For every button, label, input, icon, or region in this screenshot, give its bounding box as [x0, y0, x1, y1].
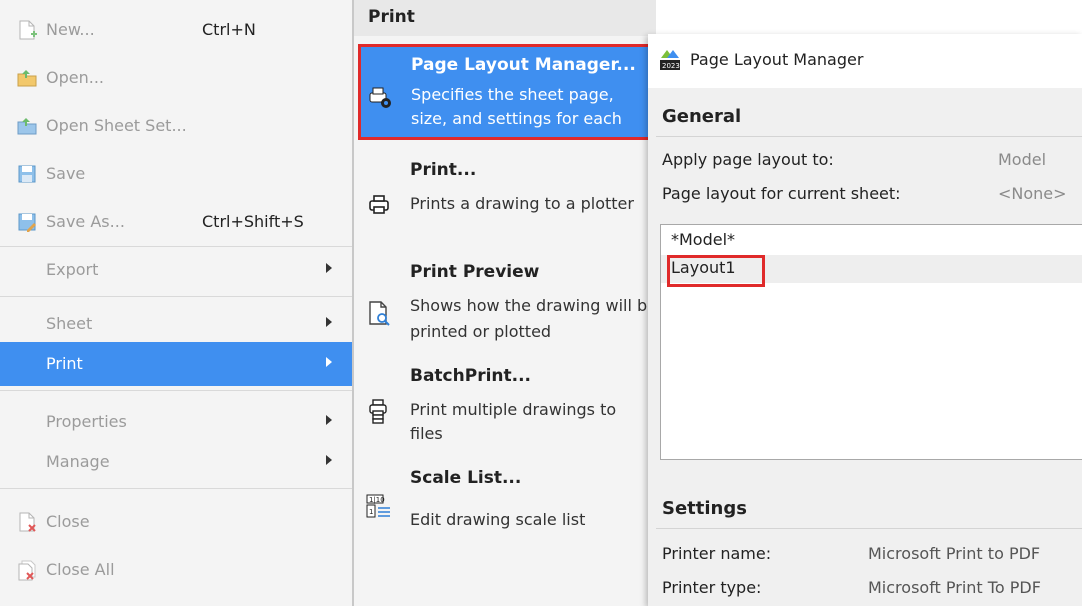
- submenu-item-scale-list[interactable]: 1|10 1 Scale List... Edit drawing scale l…: [354, 466, 656, 546]
- settings-section-title: Settings: [662, 498, 747, 519]
- menu-item-open[interactable]: Open...: [0, 56, 352, 100]
- menu-item-sheet[interactable]: Sheet: [0, 302, 352, 346]
- dialog-titlebar[interactable]: 2023 Page Layout Manager: [648, 34, 1082, 88]
- submenu-header: Print: [354, 0, 656, 36]
- svg-text:1: 1: [369, 508, 373, 516]
- submenu-item-title: Print...: [410, 160, 477, 180]
- menu-item-export[interactable]: Export: [0, 248, 352, 292]
- open-folder-icon: [17, 70, 37, 87]
- submenu-item-desc: size, and settings for each: [411, 109, 622, 128]
- submenu-item-title: Scale List...: [410, 468, 522, 488]
- menu-item-new[interactable]: New... Ctrl+N: [0, 8, 352, 52]
- submenu-arrow-icon: [326, 263, 332, 273]
- list-item-model[interactable]: *Model*: [661, 227, 1082, 255]
- menu-item-open-sheet-set[interactable]: Open Sheet Set...: [0, 104, 352, 148]
- menu-item-close[interactable]: Close: [0, 500, 352, 544]
- file-menu: New... Ctrl+N Open... Open Sheet Set... …: [0, 0, 352, 606]
- current-layout-label: Page layout for current sheet:: [662, 184, 901, 203]
- menu-item-label: Open...: [46, 68, 104, 87]
- dialog-title: Page Layout Manager: [690, 50, 864, 69]
- highlight-box: [667, 255, 765, 287]
- menu-item-label: New...: [46, 20, 95, 39]
- list-item-label: *Model*: [671, 230, 736, 249]
- menu-item-print[interactable]: Print: [0, 342, 352, 386]
- svg-text:1|10: 1|10: [369, 496, 385, 504]
- current-layout-value: <None>: [998, 184, 1067, 203]
- submenu-item-title: BatchPrint...: [410, 366, 532, 386]
- close-document-icon: [19, 512, 36, 532]
- save-as-icon: [18, 213, 36, 232]
- list-item-layout1[interactable]: Layout1: [661, 255, 1082, 287]
- apply-layout-value: Model: [998, 150, 1047, 169]
- submenu-item-desc: files: [410, 424, 443, 443]
- menu-item-properties[interactable]: Properties: [0, 400, 352, 444]
- printer-icon: [369, 195, 389, 214]
- page-layout-manager-icon: [369, 87, 391, 108]
- app-icon: 2023: [660, 50, 680, 70]
- submenu-item-title: Page Layout Manager...: [411, 55, 636, 75]
- menu-separator: [0, 296, 352, 297]
- submenu-arrow-icon: [326, 357, 332, 367]
- submenu-item-desc: Specifies the sheet page,: [411, 85, 614, 104]
- layout-list[interactable]: *Model* Layout1: [660, 224, 1082, 460]
- apply-layout-label: Apply page layout to:: [662, 150, 834, 169]
- dialog-body: General Apply page layout to: Model Page…: [648, 88, 1082, 606]
- menu-item-save-as[interactable]: Save As... Ctrl+Shift+S: [0, 200, 352, 244]
- general-section-title: General: [662, 106, 742, 127]
- new-document-icon: [19, 20, 37, 40]
- menu-item-label: Close: [46, 512, 90, 531]
- menu-item-shortcut: Ctrl+N: [202, 20, 256, 39]
- section-divider: [656, 136, 1082, 137]
- svg-text:2023: 2023: [662, 62, 680, 70]
- menu-separator: [0, 488, 352, 489]
- menu-item-save[interactable]: Save: [0, 152, 352, 196]
- menu-item-manage[interactable]: Manage: [0, 440, 352, 484]
- submenu-item-title: Print Preview: [410, 262, 540, 282]
- printer-name-label: Printer name:: [662, 544, 772, 563]
- submenu-item-desc: Shows how the drawing will be: [410, 296, 650, 315]
- submenu-item-desc: Prints a drawing to a plotter: [410, 194, 634, 213]
- printer-type-label: Printer type:: [662, 578, 762, 597]
- submenu-item-desc: Print multiple drawings to: [410, 400, 617, 419]
- page-layout-manager-dialog: 2023 Page Layout Manager General Apply p…: [648, 34, 1082, 606]
- menu-item-label: Export: [46, 260, 99, 279]
- menu-item-label: Open Sheet Set...: [46, 116, 187, 135]
- open-sheet-set-icon: [17, 118, 37, 135]
- submenu-item-print-preview[interactable]: Print Preview Shows how the drawing will…: [354, 258, 656, 350]
- menu-separator: [0, 390, 352, 391]
- submenu-item-batchprint[interactable]: BatchPrint... Print multiple drawings to…: [354, 362, 656, 454]
- print-submenu: Print Page Layout Manager... Specifies t…: [354, 0, 656, 606]
- section-divider: [656, 528, 1082, 529]
- submenu-item-desc: printed or plotted: [410, 322, 552, 341]
- close-all-icon: [18, 560, 36, 581]
- menu-item-close-all[interactable]: Close All: [0, 548, 352, 592]
- menu-item-label: Print: [46, 354, 83, 373]
- submenu-arrow-icon: [326, 455, 332, 465]
- submenu-item-page-layout-manager[interactable]: Page Layout Manager... Specifies the she…: [358, 44, 656, 140]
- save-icon: [18, 165, 36, 183]
- submenu-item-print[interactable]: Print... Prints a drawing to a plotter: [354, 156, 656, 242]
- submenu-title: Print: [368, 7, 415, 27]
- menu-item-label: Properties: [46, 412, 127, 431]
- submenu-arrow-icon: [326, 317, 332, 327]
- printer-name-value: Microsoft Print to PDF: [868, 544, 1041, 563]
- printer-type-value: Microsoft Print To PDF: [868, 578, 1041, 597]
- scale-list-icon: 1|10 1: [366, 494, 390, 518]
- menu-item-label: Save: [46, 164, 86, 183]
- menu-item-label: Manage: [46, 452, 110, 471]
- menu-item-shortcut: Ctrl+Shift+S: [202, 212, 304, 231]
- submenu-item-desc: Edit drawing scale list: [410, 510, 586, 529]
- submenu-arrow-icon: [326, 415, 332, 425]
- menu-item-label: Close All: [46, 560, 115, 579]
- print-preview-icon: [369, 301, 390, 326]
- menu-item-label: Sheet: [46, 314, 93, 333]
- menu-separator: [0, 246, 352, 247]
- menu-item-label: Save As...: [46, 212, 125, 231]
- batch-print-icon: [369, 399, 387, 424]
